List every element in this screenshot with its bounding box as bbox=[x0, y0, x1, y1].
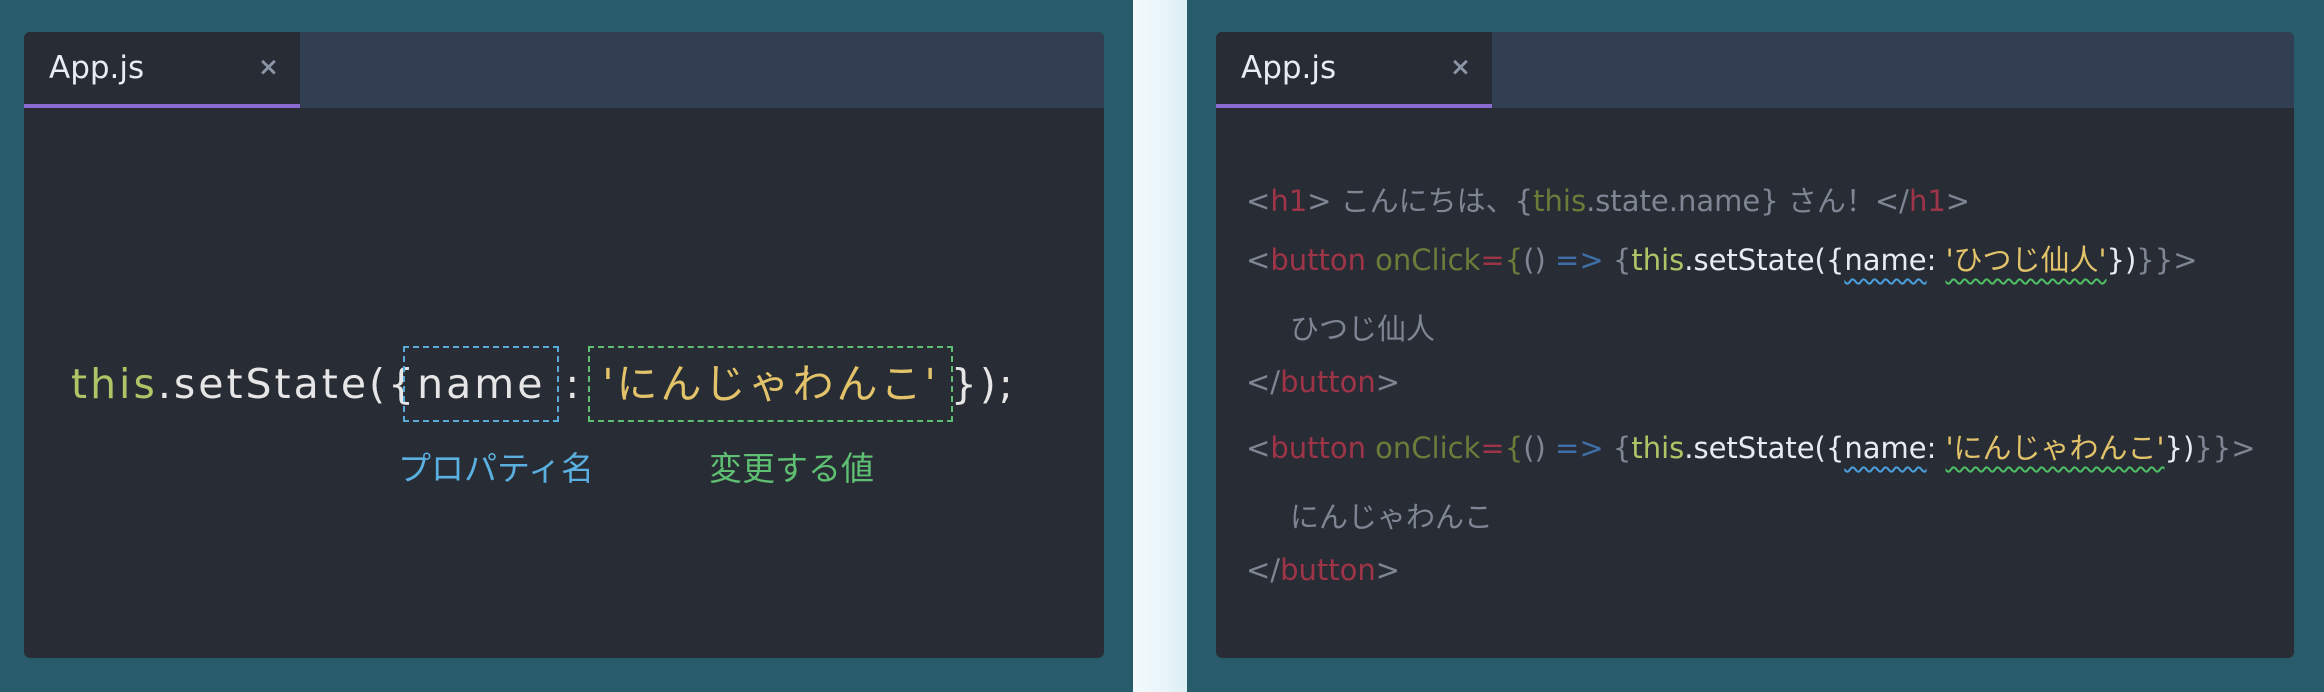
brace: { bbox=[1603, 431, 1632, 465]
code-line-button-close: </button> bbox=[1246, 553, 1400, 587]
bracket: < bbox=[1246, 431, 1271, 465]
code-line-button-close: </button> bbox=[1246, 365, 1400, 399]
bracket: </ bbox=[1874, 184, 1909, 218]
colon: : bbox=[1926, 243, 1946, 277]
this-keyword: this bbox=[1631, 431, 1685, 465]
setstate-call: .setState({ bbox=[157, 360, 418, 408]
tab-bar: App.js × bbox=[1216, 32, 2294, 108]
arrow-operator: => bbox=[1555, 431, 1604, 465]
tab-label: App.js bbox=[49, 50, 145, 86]
button-text: にんじゃわんこ bbox=[1290, 500, 1494, 534]
tag-name: h1 bbox=[1270, 184, 1308, 218]
code-line-button-open: <button onClick={() => {this.setState({n… bbox=[1246, 237, 2198, 279]
tab-app-js[interactable]: App.js × bbox=[24, 32, 300, 108]
code-line-h1: <h1> こんにちは、{this.state.name} さん！</h1> bbox=[1246, 178, 1970, 220]
button-text: ひつじ仙人 bbox=[1290, 312, 1436, 346]
bracket: > bbox=[1945, 184, 1971, 218]
params: () bbox=[1523, 243, 1556, 277]
code-line-button-open: <button onClick={() => {this.setState({n… bbox=[1246, 425, 2256, 467]
equals: = bbox=[1480, 431, 1505, 465]
state-expression: .state.name} さん！ bbox=[1586, 184, 1875, 218]
new-value: 'ひつじ仙人' bbox=[1945, 243, 2107, 277]
tab-label: App.js bbox=[1241, 50, 1337, 86]
new-value: 'にんじゃわんこ' bbox=[1945, 431, 2165, 465]
new-value-annotation: 変更する値 bbox=[709, 449, 874, 488]
bracket: </ bbox=[1246, 365, 1281, 399]
brace: }}> bbox=[2194, 431, 2256, 465]
colon: : bbox=[1926, 431, 1946, 465]
equals: = bbox=[1480, 243, 1505, 277]
setstate-code: this.setState({name: 'にんじゃわんこ'}); bbox=[71, 346, 1016, 422]
bracket: </ bbox=[1246, 553, 1281, 587]
setstate-call: .setState( bbox=[1684, 243, 1826, 277]
new-value-box: 'にんじゃわんこ' bbox=[588, 346, 953, 422]
brace: }) bbox=[2106, 243, 2137, 277]
this-keyword: this bbox=[1631, 243, 1685, 277]
this-keyword: this bbox=[1533, 184, 1587, 218]
property-name: name bbox=[1844, 431, 1927, 465]
tag-name: h1 bbox=[1908, 184, 1946, 218]
brace: { bbox=[1825, 431, 1845, 465]
setstate-call: .setState( bbox=[1684, 431, 1826, 465]
tab-bar: App.js × bbox=[24, 32, 1104, 108]
brace: { bbox=[1504, 431, 1524, 465]
colon: : bbox=[565, 360, 583, 408]
this-keyword: this bbox=[71, 360, 158, 408]
property-name-annotation: プロパティ名 bbox=[398, 449, 595, 488]
h1-text: こんにちは、{ bbox=[1331, 184, 1534, 218]
property-name-box: name bbox=[403, 346, 560, 422]
left-code-editor: App.js × this.setState({name: 'にんじゃわんこ'})… bbox=[24, 32, 1104, 658]
tag-name: button bbox=[1280, 365, 1376, 399]
tag-name: button bbox=[1270, 243, 1366, 277]
property-name: name bbox=[1844, 243, 1927, 277]
tag-name: button bbox=[1280, 553, 1376, 587]
close-icon[interactable]: × bbox=[1450, 54, 1471, 79]
bracket: > bbox=[1375, 553, 1401, 587]
tab-app-js[interactable]: App.js × bbox=[1216, 32, 1492, 108]
params: () bbox=[1523, 431, 1556, 465]
brace: { bbox=[1603, 243, 1632, 277]
brace: }) bbox=[2164, 431, 2195, 465]
bracket: < bbox=[1246, 243, 1271, 277]
tag-name: button bbox=[1270, 431, 1366, 465]
setstate-close: }); bbox=[950, 360, 1016, 408]
bracket: > bbox=[1307, 184, 1332, 218]
brace: }}> bbox=[2136, 243, 2198, 277]
brace: { bbox=[1504, 243, 1524, 277]
arrow-operator: => bbox=[1555, 243, 1604, 277]
attribute-name: onClick bbox=[1365, 431, 1481, 465]
attribute-name: onClick bbox=[1365, 243, 1481, 277]
brace: { bbox=[1825, 243, 1845, 277]
panel-divider bbox=[1133, 0, 1187, 692]
right-code-editor: App.js × <h1> こんにちは、{this.state.name} さん… bbox=[1216, 32, 2294, 658]
bracket: < bbox=[1246, 184, 1271, 218]
bracket: > bbox=[1375, 365, 1401, 399]
close-icon[interactable]: × bbox=[258, 54, 279, 79]
